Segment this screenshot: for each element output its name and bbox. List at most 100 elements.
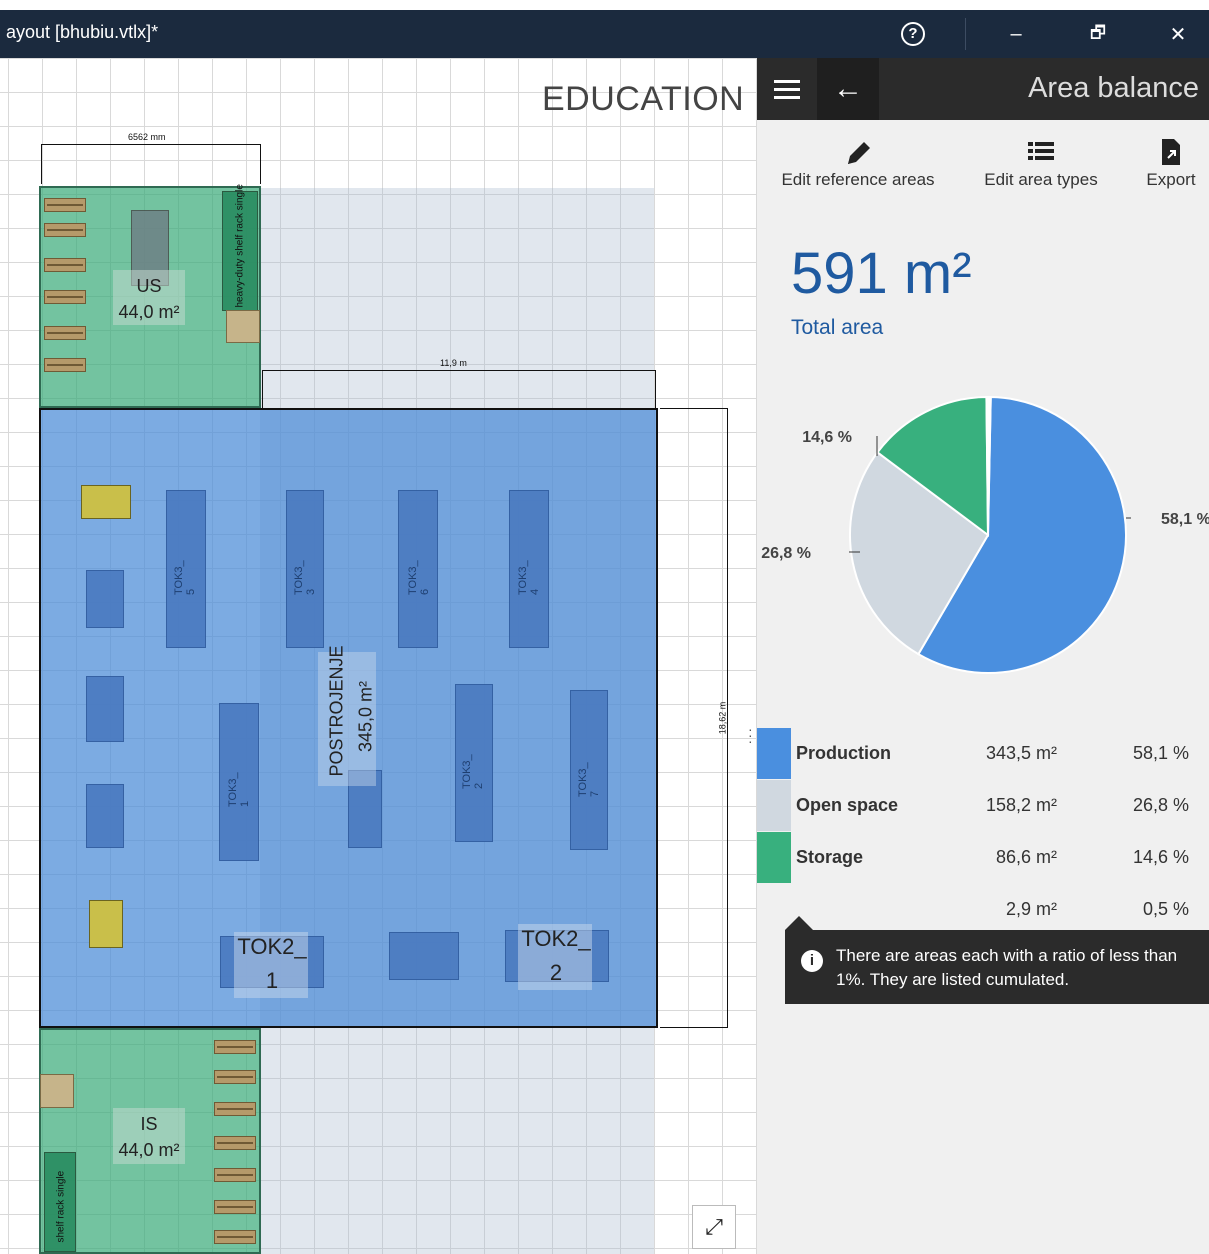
info-message: There are areas each with a ratio of les… <box>836 946 1178 989</box>
machine-tok3-6-label: TOK3_ 6 <box>407 560 431 595</box>
machine-tok3-4-label: TOK3_ 4 <box>517 560 541 595</box>
info-tooltip: i There are areas each with a ratio of l… <box>785 916 1209 1004</box>
pallet-rack[interactable] <box>214 1040 256 1054</box>
machine-tok3-5-label: TOK3_ 5 <box>173 560 197 595</box>
pallet-rack[interactable] <box>44 198 86 212</box>
hamburger-icon-line <box>774 87 800 91</box>
machine-tok2-2-num: 2 <box>549 960 563 985</box>
layout-canvas[interactable]: EDUCATION heavy-duty shelf rack single U… <box>0 58 757 1254</box>
minimize-icon: – <box>1010 22 1022 45</box>
pallet-rack[interactable] <box>214 1136 256 1150</box>
edit-area-types-label: Edit area types <box>984 170 1098 189</box>
total-area-value: 591 m² <box>791 241 972 306</box>
help-icon: ? <box>901 22 925 46</box>
small-machine[interactable] <box>86 570 124 628</box>
info-icon: i <box>801 950 823 972</box>
area-pie-chart[interactable]: 58,1 % 26,8 % 14,6 % <box>757 378 1209 688</box>
small-machine[interactable] <box>86 784 124 848</box>
restore-icon: 🗗 <box>1090 22 1106 42</box>
export-button[interactable]: Export <box>1139 136 1203 190</box>
door[interactable] <box>226 310 260 343</box>
pallet-rack[interactable] <box>44 290 86 304</box>
zone-us-name: US <box>136 276 162 296</box>
machine-tok2-1-name: TOK2_ <box>237 934 307 959</box>
zone-postrojenje-name: POSTROJENJE <box>326 645 347 777</box>
machine-tok3-7-label: TOK3_ 7 <box>577 762 601 797</box>
pallet-rack[interactable] <box>44 326 86 340</box>
area-row[interactable]: 2,9 m² 0,5 % <box>757 884 1209 935</box>
machine-tok3-3-label: TOK3_ 3 <box>293 560 317 595</box>
edit-reference-areas-button[interactable]: Edit reference areas <box>777 136 939 190</box>
pie-slice-label: 26,8 % <box>761 545 811 562</box>
machine-tok3-2-label: TOK3_ 2 <box>461 754 485 789</box>
area-balance-panel: ← Area balance Edit reference areas Edit… <box>757 58 1209 1254</box>
zone-us-area: 44,0 m² <box>118 302 180 322</box>
yellow-equipment[interactable] <box>89 900 123 948</box>
area-color-swatch <box>757 728 791 779</box>
window-title: ayout [bhubiu.vtlx]* <box>6 22 159 42</box>
pallet-rack[interactable] <box>44 358 86 372</box>
pallet-rack[interactable] <box>214 1200 256 1214</box>
hamburger-icon-line <box>774 95 800 99</box>
area-value: 2,9 m² <box>1005 899 1057 919</box>
area-color-swatch <box>757 780 791 831</box>
area-row[interactable]: Open space 158,2 m² 26,8 % <box>757 780 1209 831</box>
area-percentage: 26,8 % <box>1132 795 1189 815</box>
list-icon <box>1028 142 1054 160</box>
minimize-button[interactable]: – <box>988 10 1044 58</box>
yellow-equipment[interactable] <box>81 485 131 519</box>
pallet-rack[interactable] <box>214 1230 256 1244</box>
area-type-name: Open space <box>796 795 899 815</box>
panel-splitter-handle[interactable]: · · · <box>748 722 753 748</box>
panel-header: ← Area balance <box>757 58 1209 120</box>
export-label: Export <box>1146 170 1196 189</box>
heavy-duty-rack-label: heavy-duty shelf rack single <box>234 184 246 308</box>
machine-tok2-1-num: 1 <box>265 968 279 993</box>
panel-title: Area balance <box>1028 72 1199 104</box>
total-area-label: Total area <box>791 316 884 339</box>
zone-is-name: IS <box>140 1114 158 1134</box>
edit-reference-areas-label: Edit reference areas <box>781 170 935 189</box>
area-value: 86,6 m² <box>995 847 1057 867</box>
small-machine[interactable] <box>389 932 459 980</box>
dimension-mid-width: 11,9 m <box>440 358 467 368</box>
area-type-name: Storage <box>796 847 864 867</box>
pallet-rack[interactable] <box>214 1168 256 1182</box>
pallet-rack[interactable] <box>44 258 86 272</box>
expand-icon: ⤢ <box>705 1214 723 1239</box>
close-icon: ✕ <box>1169 23 1187 46</box>
machine-tok2-2-name: TOK2_ <box>521 926 591 951</box>
shelf-rack-label: shelf rack single <box>55 1170 67 1243</box>
dimension-top-width: 6562 mm <box>128 132 166 142</box>
restore-button[interactable]: 🗗 <box>1070 10 1126 58</box>
close-button[interactable]: ✕ <box>1150 10 1206 58</box>
pallet-rack[interactable] <box>44 223 86 237</box>
hamburger-icon-line <box>774 79 800 83</box>
zone-is-area: 44,0 m² <box>118 1140 180 1160</box>
back-button[interactable]: ← <box>817 58 879 120</box>
area-color-swatch <box>757 832 791 883</box>
dimension-line-mid <box>262 370 656 408</box>
area-row[interactable]: Production 343,5 m² 58,1 % <box>757 728 1209 779</box>
menu-button[interactable] <box>757 58 817 120</box>
title-bar: ayout [bhubiu.vtlx]* ? – 🗗 ✕ <box>0 0 1209 58</box>
small-machine[interactable] <box>86 676 124 742</box>
dimension-height: 18,62 m <box>717 701 728 735</box>
area-value: 158,2 m² <box>985 795 1057 815</box>
pie-slice-label: 14,6 % <box>802 429 852 446</box>
area-row[interactable]: Storage 86,6 m² 14,6 % <box>757 832 1209 883</box>
area-percentage: 14,6 % <box>1132 847 1189 867</box>
help-button[interactable]: ? <box>885 10 941 58</box>
area-type-name: Production <box>796 743 891 763</box>
pallet-rack[interactable] <box>214 1102 256 1116</box>
pencil-icon <box>848 142 870 164</box>
machine-tok3-1-label: TOK3_ 1 <box>227 772 251 807</box>
area-value: 343,5 m² <box>985 743 1057 763</box>
pallet-rack[interactable] <box>214 1070 256 1084</box>
edit-area-types-button[interactable]: Edit area types <box>977 136 1105 190</box>
door[interactable] <box>40 1074 74 1108</box>
title-separator <box>965 18 966 50</box>
education-watermark: EDUCATION <box>542 80 745 118</box>
arrow-left-icon: ← <box>833 72 863 105</box>
expand-view-button[interactable]: ⤢ <box>692 1205 736 1249</box>
